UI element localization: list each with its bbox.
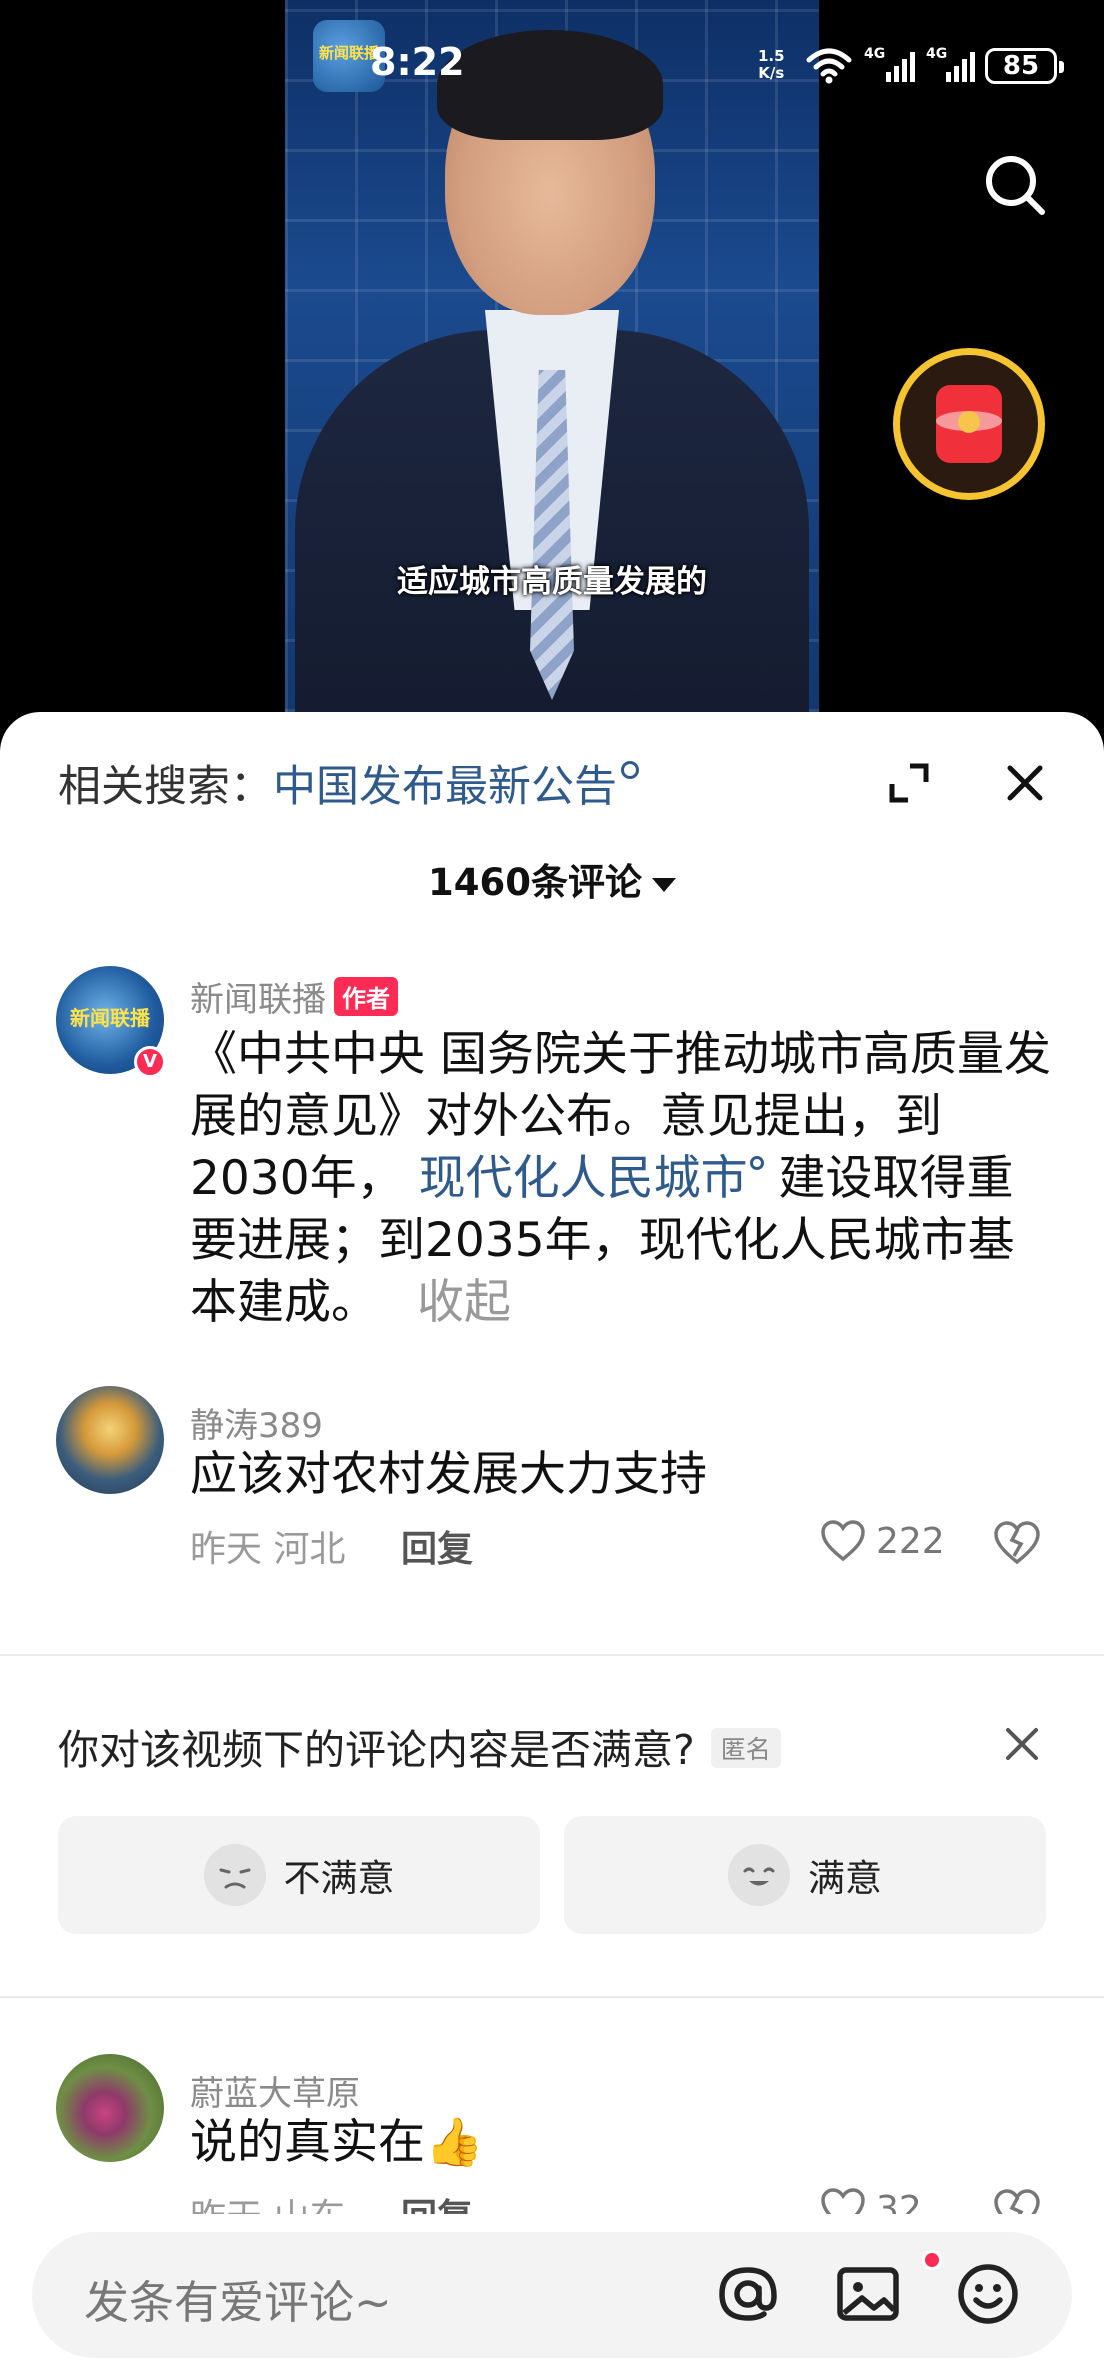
- avatar[interactable]: [56, 1386, 164, 1494]
- like-button[interactable]: 222: [820, 1520, 945, 1562]
- comment-username[interactable]: 蔚蓝大草原: [190, 2066, 360, 2115]
- expand-icon[interactable]: [884, 758, 934, 808]
- author-tag: 作者: [334, 977, 398, 1016]
- status-time: 8:22: [370, 40, 465, 84]
- comment-date: 昨天: [190, 1529, 263, 1570]
- mention-icon[interactable]: [712, 2258, 784, 2330]
- anonymous-tag: 匿名: [710, 1728, 781, 1768]
- search-small-icon: [621, 761, 639, 779]
- satisfied-button[interactable]: 满意: [564, 1816, 1046, 1934]
- avatar-logo-text: 新闻联播: [70, 1006, 150, 1030]
- divider: [0, 1996, 1104, 1998]
- red-envelope-icon: [936, 385, 1002, 463]
- comment-location: 河北: [273, 1529, 346, 1570]
- reply-button[interactable]: 回复: [401, 1529, 473, 1570]
- emoji-icon[interactable]: [952, 2258, 1024, 2330]
- heart-icon: [821, 1520, 865, 1562]
- status-bar: 新闻联播 8:22 1.5 K/s 4G 4G 85: [0, 0, 1104, 130]
- comment-username-text: 新闻联播: [190, 980, 326, 1020]
- battery-indicator: 85: [985, 48, 1064, 84]
- collapse-button[interactable]: 收起: [417, 1275, 511, 1330]
- comment-text: 说的真实在👍: [190, 2115, 484, 2170]
- comment-item: 静涛389 应该对农村发展大力支持 昨天 河北 回复 222: [0, 1386, 1104, 1570]
- verified-badge-icon: V: [134, 1046, 166, 1078]
- dislike-icon[interactable]: [992, 1520, 1042, 1566]
- net-speed-unit: K/s: [758, 64, 785, 82]
- comment-username[interactable]: 新闻联播 作者: [190, 972, 398, 1021]
- comment-text: 《中共中央 国务院关于推动城市高质量发展的意见》对外公布。意见提出，到2030年…: [190, 1024, 1060, 1334]
- related-search[interactable]: 相关搜索：中国发布最新公告: [58, 752, 639, 814]
- net-speed-value: 1.5: [758, 47, 785, 65]
- comment-count-dropdown[interactable]: 1460条评论: [0, 852, 1104, 906]
- image-notification-dot: [922, 2250, 942, 2270]
- unsatisfied-label: 不满意: [283, 1857, 395, 1900]
- signal-2-icon: [946, 52, 975, 82]
- sad-face-icon: [203, 1844, 266, 1906]
- signal-1-label: 4G: [864, 46, 886, 62]
- comment-item: 新闻联播 V 新闻联播 作者 《中共中央 国务院关于推动城市高质量发展的意见》对外…: [0, 966, 1104, 1330]
- comment-username[interactable]: 静涛389: [190, 1398, 323, 1447]
- search-small-icon: [749, 1156, 764, 1170]
- red-packet-button[interactable]: [893, 348, 1045, 500]
- comment-input-bar: 发条有爱评论~: [0, 2214, 1104, 2376]
- comment-input-placeholder: 发条有爱评论~: [84, 2276, 392, 2329]
- related-search-label: 相关搜索：: [58, 762, 273, 812]
- survey-question: 你对该视频下的评论内容是否满意? 匿名: [58, 1716, 781, 1776]
- comment-sheet: 相关搜索：中国发布最新公告 1460条评论 新闻联播 V 新闻联播 作者 《中共中…: [0, 712, 1104, 2376]
- related-search-query[interactable]: 中国发布最新公告: [273, 762, 617, 812]
- unsatisfied-button[interactable]: 不满意: [58, 1816, 540, 1934]
- comment-meta: 昨天 河北 回复: [190, 1520, 473, 1572]
- divider: [0, 1654, 1104, 1656]
- comment-search-link[interactable]: 现代化人民城市: [419, 1151, 748, 1206]
- like-count: 222: [876, 1520, 945, 1562]
- survey-question-text: 你对该视频下的评论内容是否满意?: [58, 1726, 695, 1774]
- image-icon[interactable]: [832, 2258, 904, 2330]
- comment-text: 应该对农村发展大力支持: [190, 1447, 707, 1502]
- comment-input[interactable]: 发条有爱评论~: [32, 2232, 1072, 2358]
- avatar[interactable]: [56, 2054, 164, 2162]
- wifi-icon: [806, 48, 852, 84]
- caret-down-icon: [651, 877, 676, 892]
- video-subtitle: 适应城市高质量发展的: [397, 564, 707, 600]
- net-speed: 1.5 K/s: [758, 48, 785, 82]
- survey-close-icon[interactable]: [1002, 1724, 1042, 1764]
- happy-face-icon: [728, 1844, 790, 1906]
- satisfied-label: 满意: [808, 1857, 882, 1900]
- search-icon[interactable]: [980, 150, 1050, 220]
- close-icon[interactable]: [1000, 758, 1050, 808]
- comment-count: 1460条评论: [428, 861, 642, 904]
- signal-1-icon: [886, 52, 915, 82]
